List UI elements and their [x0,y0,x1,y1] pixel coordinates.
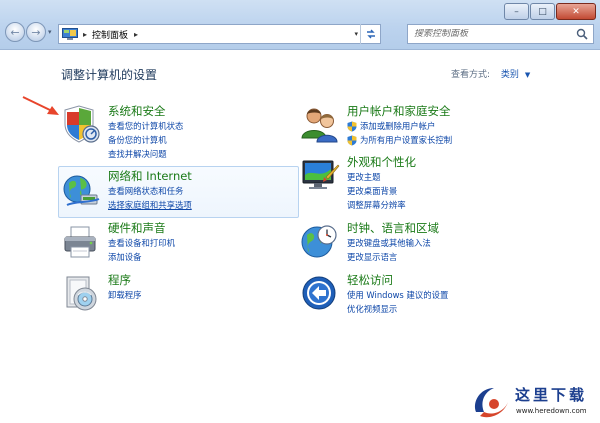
search-box[interactable] [407,24,594,44]
clock-language-heading[interactable]: 时钟、语言和区域 [347,221,439,236]
view-by-label: 查看方式: [451,70,491,80]
control-panel-icon [62,28,78,40]
link-change-desktop-background[interactable]: 更改桌面背景 [347,184,416,198]
hardware-sound-heading[interactable]: 硬件和声音 [108,221,175,236]
appearance-text: 外观和个性化 更改主题 更改桌面背景 调整屏幕分辨率 [347,155,416,212]
ease-of-access-heading[interactable]: 轻松访问 [347,273,448,288]
minimize-button[interactable]: – [504,3,529,20]
refresh-button[interactable] [360,24,380,44]
category-ease-of-access: 轻松访问 使用 Windows 建议的设置 优化视频显示 [300,273,540,319]
link-homegroup-sharing[interactable]: 选择家庭组和共享选项 [108,198,192,212]
category-clock-language-region: 时钟、语言和区域 更改键盘或其他输入法 更改显示语言 [300,221,540,267]
search-input[interactable] [414,29,574,39]
network-internet-text: 网络和 Internet 查看网络状态和任务 选择家庭组和共享选项 [108,169,192,212]
close-button[interactable]: ✕ [556,3,596,20]
system-security-shield-icon[interactable] [61,104,101,144]
address-history-dropdown[interactable]: ▾ [354,30,358,38]
parental-controls-label[interactable]: 为所有用户设置家长控制 [360,133,452,147]
uac-shield-icon [347,135,357,145]
watermark-title: 这里下载 [515,386,588,404]
link-adjust-resolution[interactable]: 调整屏幕分辨率 [347,198,416,212]
search-icon[interactable] [576,28,588,40]
monitor-palette-icon[interactable] [300,155,340,195]
add-remove-accounts-label[interactable]: 添加或删除用户帐户 [360,119,435,133]
recent-pages-dropdown[interactable]: ▾ [48,28,52,36]
ease-of-access-icon[interactable] [300,273,340,313]
network-internet-heading[interactable]: 网络和 Internet [108,169,192,184]
view-by: 查看方式: 类别 ▼ [451,67,530,80]
clock-globe-icon[interactable] [300,221,340,261]
link-add-device[interactable]: 添加设备 [108,250,175,264]
link-backup-computer[interactable]: 备份您的计算机 [108,133,183,147]
breadcrumb-separator-icon[interactable]: ▸ [83,30,87,39]
category-system-security: 系统和安全 查看您的计算机状态 备份您的计算机 查找并解决问题 [61,104,301,164]
hardware-sound-text: 硬件和声音 查看设备和打印机 添加设备 [108,221,175,264]
refresh-icon [366,29,375,39]
link-parental-controls[interactable]: 为所有用户设置家长控制 [347,133,452,147]
user-accounts-text: 用户帐户和家庭安全 添加或删除用户帐户 为所有用户设置家长控制 [347,104,452,147]
forward-button[interactable]: → [26,22,46,42]
chevron-down-icon[interactable]: ▼ [525,71,530,79]
watermark-logo-icon [474,388,508,418]
link-view-devices-printers[interactable]: 查看设备和打印机 [108,236,175,250]
link-add-remove-accounts[interactable]: 添加或删除用户帐户 [347,119,452,133]
back-button[interactable]: ← [5,22,25,42]
system-security-heading[interactable]: 系统和安全 [108,104,183,119]
category-appearance: 外观和个性化 更改主题 更改桌面背景 调整屏幕分辨率 [300,155,540,215]
address-bar[interactable]: ▸ 控制面板 ▸ ▾ [58,24,381,44]
programs-icon[interactable] [61,273,101,313]
link-recommended-settings[interactable]: 使用 Windows 建议的设置 [347,288,448,302]
link-change-display-language[interactable]: 更改显示语言 [347,250,439,264]
link-change-keyboard[interactable]: 更改键盘或其他输入法 [347,236,439,250]
uac-shield-icon [347,121,357,131]
link-view-network-status[interactable]: 查看网络状态和任务 [108,184,192,198]
back-arrow-icon: ← [10,25,20,39]
users-icon[interactable] [300,104,340,144]
page-title: 调整计算机的设置 [61,68,158,82]
category-hardware-sound: 硬件和声音 查看设备和打印机 添加设备 [61,221,301,267]
maximize-button[interactable]: □ [530,3,555,20]
link-change-theme[interactable]: 更改主题 [347,170,416,184]
printer-icon[interactable] [61,221,101,261]
link-optimize-display[interactable]: 优化视频显示 [347,302,448,316]
system-security-text: 系统和安全 查看您的计算机状态 备份您的计算机 查找并解决问题 [108,104,183,161]
control-panel-content: 调整计算机的设置 查看方式: 类别 ▼ 系统和安全 查看您的计算机状态 备份您的… [0,51,600,423]
programs-text: 程序 卸载程序 [108,273,142,302]
window-frame: – □ ✕ ← → ▾ ▸ 控制面板 ▸ ▾ [0,0,600,50]
category-user-accounts: 用户帐户和家庭安全 添加或删除用户帐户 为所有用户设置家长控制 [300,104,540,150]
ease-of-access-text: 轻松访问 使用 Windows 建议的设置 优化视频显示 [347,273,448,316]
breadcrumb-control-panel[interactable]: 控制面板 [92,28,128,41]
link-uninstall-program[interactable]: 卸载程序 [108,288,142,302]
navigation-buttons: ← → ▾ [5,22,52,42]
breadcrumb-trail-icon[interactable]: ▸ [134,30,138,39]
view-by-dropdown[interactable]: 类别 [501,70,519,80]
programs-heading[interactable]: 程序 [108,273,142,288]
watermark-url: www.heredown.com [516,407,587,415]
category-network-internet: 网络和 Internet 查看网络状态和任务 选择家庭组和共享选项 [61,169,301,215]
network-globe-icon[interactable] [61,169,101,209]
red-pointer-arrow-icon [22,96,59,115]
link-find-fix-problems[interactable]: 查找并解决问题 [108,147,183,161]
user-accounts-heading[interactable]: 用户帐户和家庭安全 [347,104,452,119]
appearance-heading[interactable]: 外观和个性化 [347,155,416,170]
watermark: 这里下载 www.heredown.com [468,380,600,423]
window-controls: – □ ✕ [503,3,596,20]
link-view-computer-status[interactable]: 查看您的计算机状态 [108,119,183,133]
clock-language-text: 时钟、语言和区域 更改键盘或其他输入法 更改显示语言 [347,221,439,264]
category-programs: 程序 卸载程序 [61,273,301,319]
forward-arrow-icon: → [31,25,41,39]
